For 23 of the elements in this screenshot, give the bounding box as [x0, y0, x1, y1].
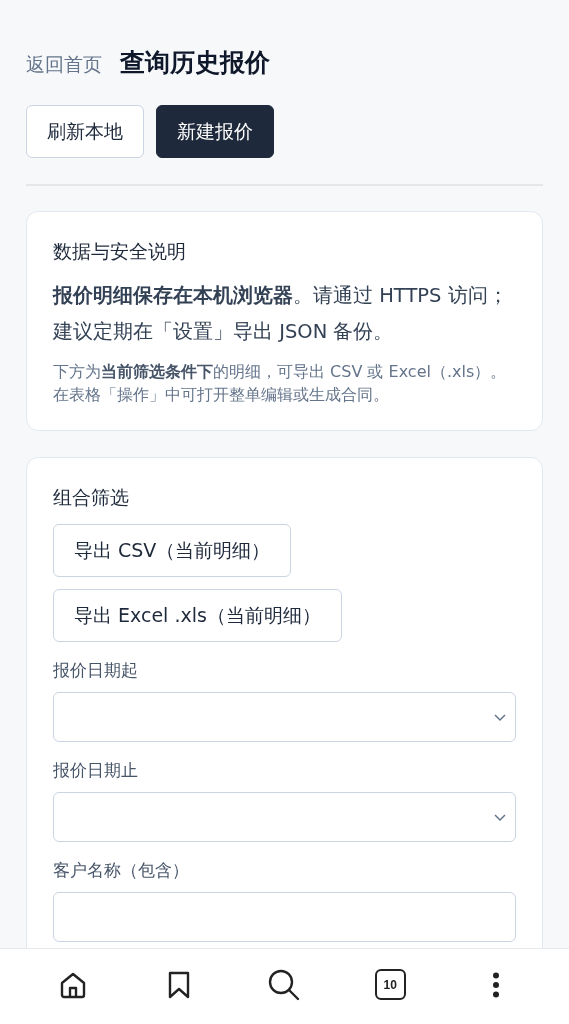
back-link[interactable]: 返回首页 [26, 52, 102, 78]
notice-note: 下方为当前筛选条件下的明细，可导出 CSV 或 Excel（.xls）。在表格「操作」中可打开整单编辑或生成合同。 [53, 361, 508, 406]
field-label: 报价日期止 [53, 760, 139, 782]
export-button[interactable]: 导出 CSV（当前明细） [53, 524, 292, 577]
chevron-down-icon [493, 712, 507, 722]
export-button[interactable]: 导出 Excel .xls（当前明细） [53, 589, 342, 642]
tabs-button[interactable]: 10 [368, 962, 413, 1007]
card-title: 数据与安全说明 [53, 239, 187, 264]
input-field[interactable] [53, 892, 516, 942]
field-label: 客户名称（包含） [53, 860, 190, 882]
bookmark-icon [166, 969, 191, 1000]
tab-count: 10 [374, 969, 406, 1000]
select-field[interactable] [53, 792, 516, 842]
select-field[interactable] [53, 692, 516, 742]
field-label: 报价日期起 [53, 660, 139, 682]
chevron-down-icon [493, 812, 507, 822]
page-title: 查询历史报价 [120, 47, 270, 79]
create-button[interactable]: 新建报价 [156, 105, 274, 158]
refresh-button[interactable]: 刷新本地 [26, 105, 144, 158]
more-icon [492, 971, 501, 998]
card-title: 组合筛选 [53, 485, 130, 510]
notice-text: 报价明细保存在本机浏览器。请通过 HTTPS 访问；建议定期在「设置」导出 JSON 备份。 [53, 283, 509, 345]
search-icon [267, 967, 302, 1002]
